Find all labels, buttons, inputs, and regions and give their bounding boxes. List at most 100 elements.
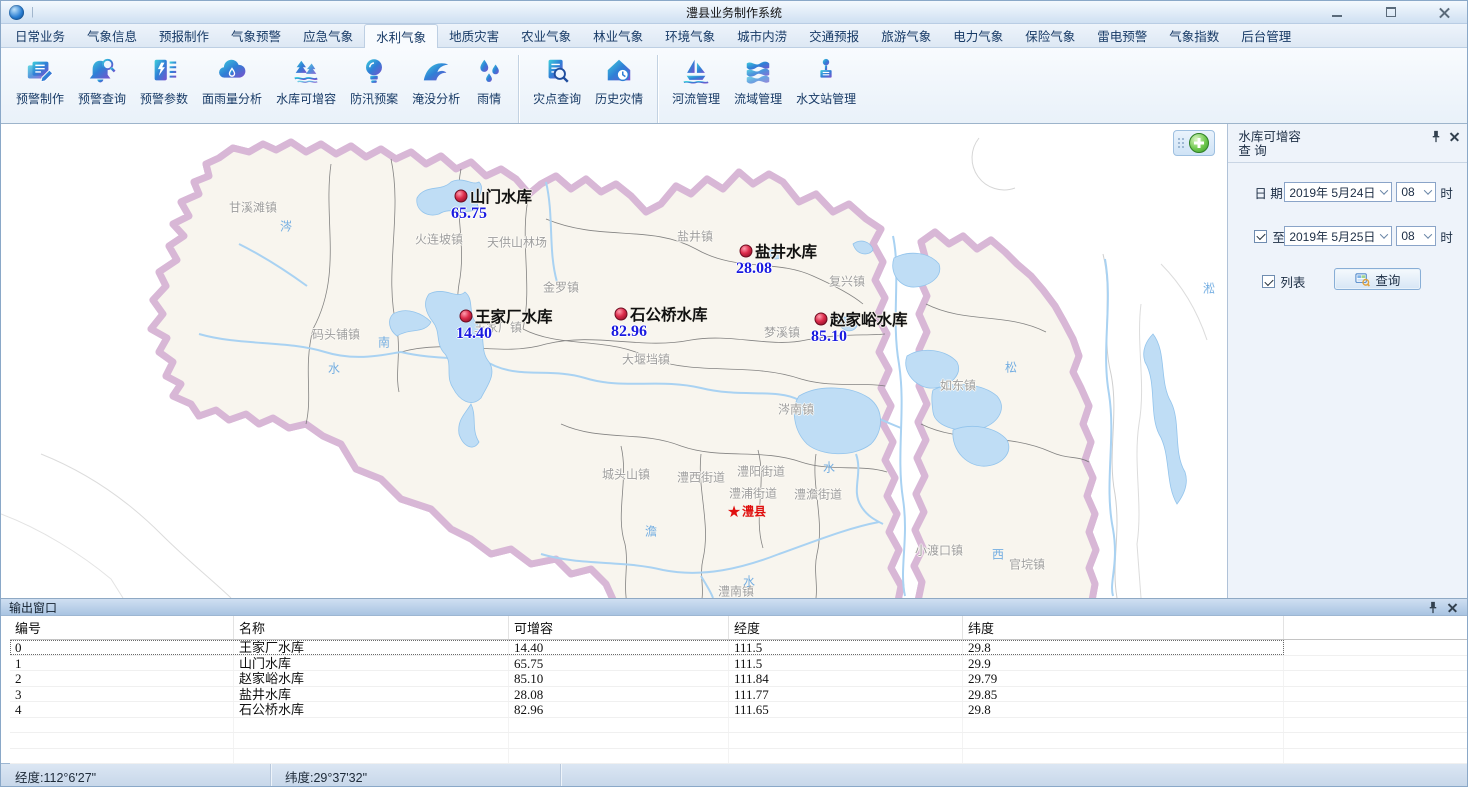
reservoir-name-label: 赵家峪水库 xyxy=(830,308,908,330)
reservoir-marker[interactable] xyxy=(815,313,828,326)
tool-warning-query[interactable]: 预警查询 xyxy=(71,55,133,108)
tool-rain-info[interactable]: 雨情 xyxy=(467,55,511,108)
menu-tab-6[interactable]: 水利气象 xyxy=(364,24,438,48)
menu-tab-7[interactable]: 地质灾害 xyxy=(438,24,510,47)
title-bar: | 澧县业务制作系统 xyxy=(1,1,1467,24)
table-row[interactable]: 3盐井水库28.08111.7729.85 xyxy=(10,687,1467,703)
table-cell: 85.10 xyxy=(509,671,729,686)
river-name-label: 水 xyxy=(328,360,340,377)
table-cell: 111.5 xyxy=(729,640,963,655)
minimize-icon[interactable] xyxy=(1331,7,1343,18)
date-to-select[interactable]: 2019年 5月25日 xyxy=(1284,226,1392,246)
add-layer-icon[interactable] xyxy=(1189,133,1209,153)
menu-tab-2[interactable]: 气象信息 xyxy=(76,24,148,47)
menu-tab-12[interactable]: 交通预报 xyxy=(798,24,870,47)
reservoir-value-label: 14.40 xyxy=(456,325,492,343)
reservoir-marker[interactable] xyxy=(615,308,628,321)
tool-warning-params[interactable]: 预警参数 xyxy=(133,55,195,108)
menu-tab-18[interactable]: 后台管理 xyxy=(1230,24,1302,47)
date-label: 日 期 xyxy=(1254,183,1284,202)
tool-disaster-query[interactable]: 灾点查询 xyxy=(526,55,588,108)
tool-river-manage[interactable]: 河流管理 xyxy=(665,55,727,108)
toolbar-separator xyxy=(518,55,519,123)
tool-warning-make[interactable]: 预警制作 xyxy=(9,55,71,108)
panel-close-icon[interactable] xyxy=(1450,132,1459,141)
menu-tab-15[interactable]: 保险气象 xyxy=(1014,24,1086,47)
column-header[interactable]: 名称 xyxy=(234,616,509,639)
column-header[interactable]: 纬度 xyxy=(963,616,1284,639)
table-cell-filler xyxy=(1284,702,1467,717)
table-cell: 赵家峪水库 xyxy=(234,671,509,686)
menu-tab-4[interactable]: 气象预警 xyxy=(220,24,292,47)
reservoir-marker[interactable] xyxy=(460,310,473,323)
menu-tab-16[interactable]: 雷电预警 xyxy=(1086,24,1158,47)
menu-tab-9[interactable]: 林业气象 xyxy=(582,24,654,47)
table-row[interactable]: 4石公桥水库82.96111.6529.8 xyxy=(10,702,1467,718)
town-label: 官垸镇 xyxy=(1009,556,1045,573)
hydro-station-icon xyxy=(811,56,841,86)
column-header[interactable]: 可增容 xyxy=(509,616,729,639)
river-name-label: 水 xyxy=(823,459,835,476)
column-header[interactable]: 经度 xyxy=(729,616,963,639)
tool-flood-plan[interactable]: 防汛预案 xyxy=(343,55,405,108)
tool-submerge-analysis[interactable]: 淹没分析 xyxy=(405,55,467,108)
reservoir-marker[interactable] xyxy=(455,190,468,203)
table-cell: 29.9 xyxy=(963,656,1284,671)
maximize-icon[interactable] xyxy=(1385,7,1397,18)
town-label: 如东镇 xyxy=(940,377,976,394)
town-label: 澧阳街道 xyxy=(737,463,785,480)
output-close-icon[interactable] xyxy=(1448,603,1457,612)
river-name-label: 澹 xyxy=(645,523,657,540)
pin-icon[interactable] xyxy=(1428,601,1438,614)
town-label: 码头铺镇 xyxy=(312,326,360,343)
menu-tab-14[interactable]: 电力气象 xyxy=(942,24,1014,47)
reservoir-marker[interactable] xyxy=(740,245,753,258)
menu-tab-8[interactable]: 农业气象 xyxy=(510,24,582,47)
drag-grip-icon[interactable] xyxy=(1178,138,1185,149)
table-cell: 3 xyxy=(10,687,234,702)
town-label: 金罗镇 xyxy=(543,279,579,296)
table-row[interactable]: 0王家厂水库14.40111.529.8 xyxy=(10,640,1467,656)
pin-icon[interactable] xyxy=(1431,130,1441,143)
menu-tab-11[interactable]: 城市内涝 xyxy=(726,24,798,47)
map-canvas[interactable]: 甘溪滩镇火连坡镇天供山林场金罗镇盐井镇复兴镇梦溪镇码头铺镇王家厂镇大堰垱镇涔南镇… xyxy=(1,124,1227,598)
table-cell-filler xyxy=(1284,671,1467,686)
hour-to-select[interactable]: 08 xyxy=(1396,226,1436,246)
tool-basin-manage[interactable]: 流域管理 xyxy=(727,55,789,108)
tool-area-rain[interactable]: 面雨量分析 xyxy=(195,55,269,108)
app-window: | 澧县业务制作系统 日常业务气象信息预报制作气象预警应急气象水利气象地质灾害农… xyxy=(0,0,1468,787)
flood-plan-icon xyxy=(359,56,389,86)
tool-disaster-history[interactable]: 历史灾情 xyxy=(588,55,650,108)
to-date-checkbox[interactable] xyxy=(1254,230,1267,243)
window-title: 澧县业务制作系统 xyxy=(686,4,782,21)
output-window: 输出窗口 编号名称可增容经度纬度 0王家厂水库14.40111.529.81山门… xyxy=(1,598,1467,763)
river-name-label: 淞 xyxy=(1203,280,1215,297)
close-icon[interactable] xyxy=(1439,7,1451,18)
toolbar-separator xyxy=(657,55,658,123)
menu-tab-13[interactable]: 旅游气象 xyxy=(870,24,942,47)
menu-tab-10[interactable]: 环境气象 xyxy=(654,24,726,47)
town-label: 涔南镇 xyxy=(778,401,814,418)
tool-hydro-station[interactable]: 水文站管理 xyxy=(789,55,863,108)
menu-tab-17[interactable]: 气象指数 xyxy=(1158,24,1230,47)
table-cell-filler xyxy=(1284,656,1467,671)
table-row[interactable]: 1山门水库65.75111.529.9 xyxy=(10,656,1467,672)
disaster-query-icon xyxy=(542,56,572,86)
date-from-select[interactable]: 2019年 5月24日 xyxy=(1284,182,1392,202)
list-checkbox[interactable] xyxy=(1262,275,1275,288)
column-header[interactable]: 编号 xyxy=(10,616,234,639)
menu-tab-5[interactable]: 应急气象 xyxy=(292,24,364,47)
reservoir-value-label: 28.08 xyxy=(736,260,772,278)
tool-reservoir-capacity[interactable]: 水库可增容 xyxy=(269,55,343,108)
table-row[interactable]: 2赵家峪水库85.10111.8429.79 xyxy=(10,671,1467,687)
warning-query-icon xyxy=(87,56,117,86)
menu-tab-1[interactable]: 日常业务 xyxy=(4,24,76,47)
hour-from-select[interactable]: 08 xyxy=(1396,182,1436,202)
query-button[interactable]: 查询 xyxy=(1334,268,1421,290)
table-cell: 28.08 xyxy=(509,687,729,702)
warning-params-icon xyxy=(149,56,179,86)
town-label: 城头山镇 xyxy=(602,466,650,483)
menu-tab-3[interactable]: 预报制作 xyxy=(148,24,220,47)
table-header-row: 编号名称可增容经度纬度 xyxy=(10,616,1467,640)
table-cell: 29.85 xyxy=(963,687,1284,702)
